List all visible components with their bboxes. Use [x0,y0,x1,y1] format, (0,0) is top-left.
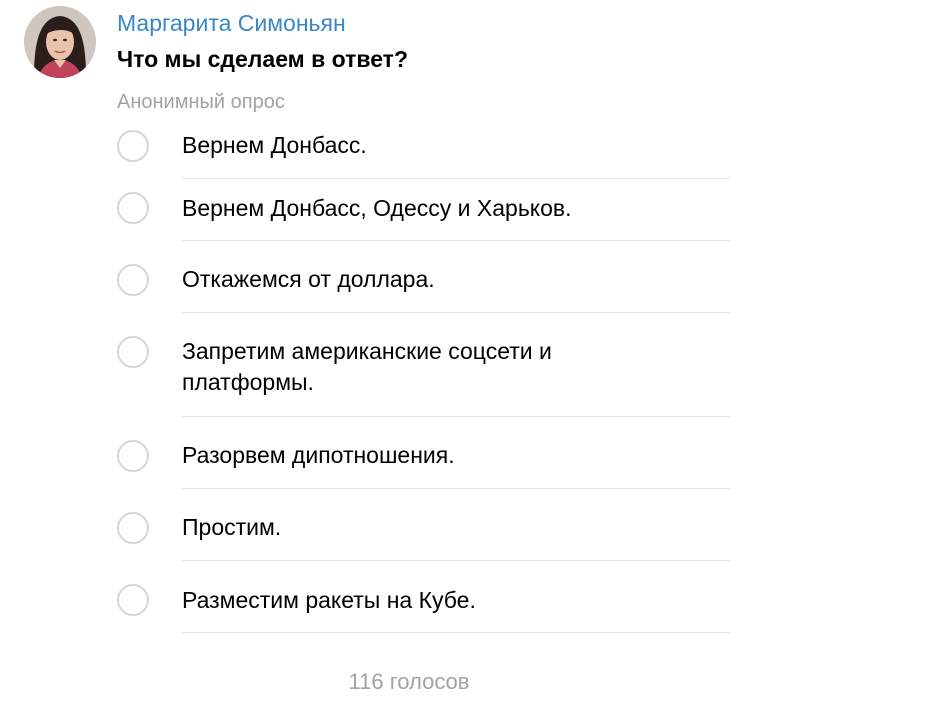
divider [182,632,730,633]
radio-circle-icon[interactable] [117,130,149,162]
radio-circle-icon[interactable] [117,264,149,296]
divider [182,560,730,561]
poll-option-label: Разорвем дипотношения. [182,442,455,468]
divider [182,312,730,313]
radio-circle-icon[interactable] [117,584,149,616]
poll-option-label: Откажемся от доллара. [182,266,435,292]
divider [182,178,730,179]
poll-option-label: Запретим американские соцсети и платформ… [182,338,552,395]
divider [182,240,730,241]
avatar-photo-icon [24,6,96,78]
poll-option-label: Вернем Донбасс. [182,132,367,158]
poll-option-label: Простим. [182,514,282,540]
radio-circle-icon[interactable] [117,440,149,472]
divider [182,416,730,417]
poll-option-label: Разместим ракеты на Кубе. [182,587,476,613]
poll-question: Что мы сделаем в ответ? [117,46,408,72]
radio-circle-icon[interactable] [117,512,149,544]
votes-count[interactable]: 116 голосов [0,668,818,696]
divider [182,488,730,489]
poll-type-label: Анонимный опрос [117,91,285,113]
poll-option-label: Вернем Донбасс, Одессу и Харьков. [182,195,572,221]
avatar[interactable] [24,6,96,78]
author-name[interactable]: Маргарита Симоньян [117,9,346,37]
radio-circle-icon[interactable] [117,192,149,224]
radio-circle-icon[interactable] [117,336,149,368]
